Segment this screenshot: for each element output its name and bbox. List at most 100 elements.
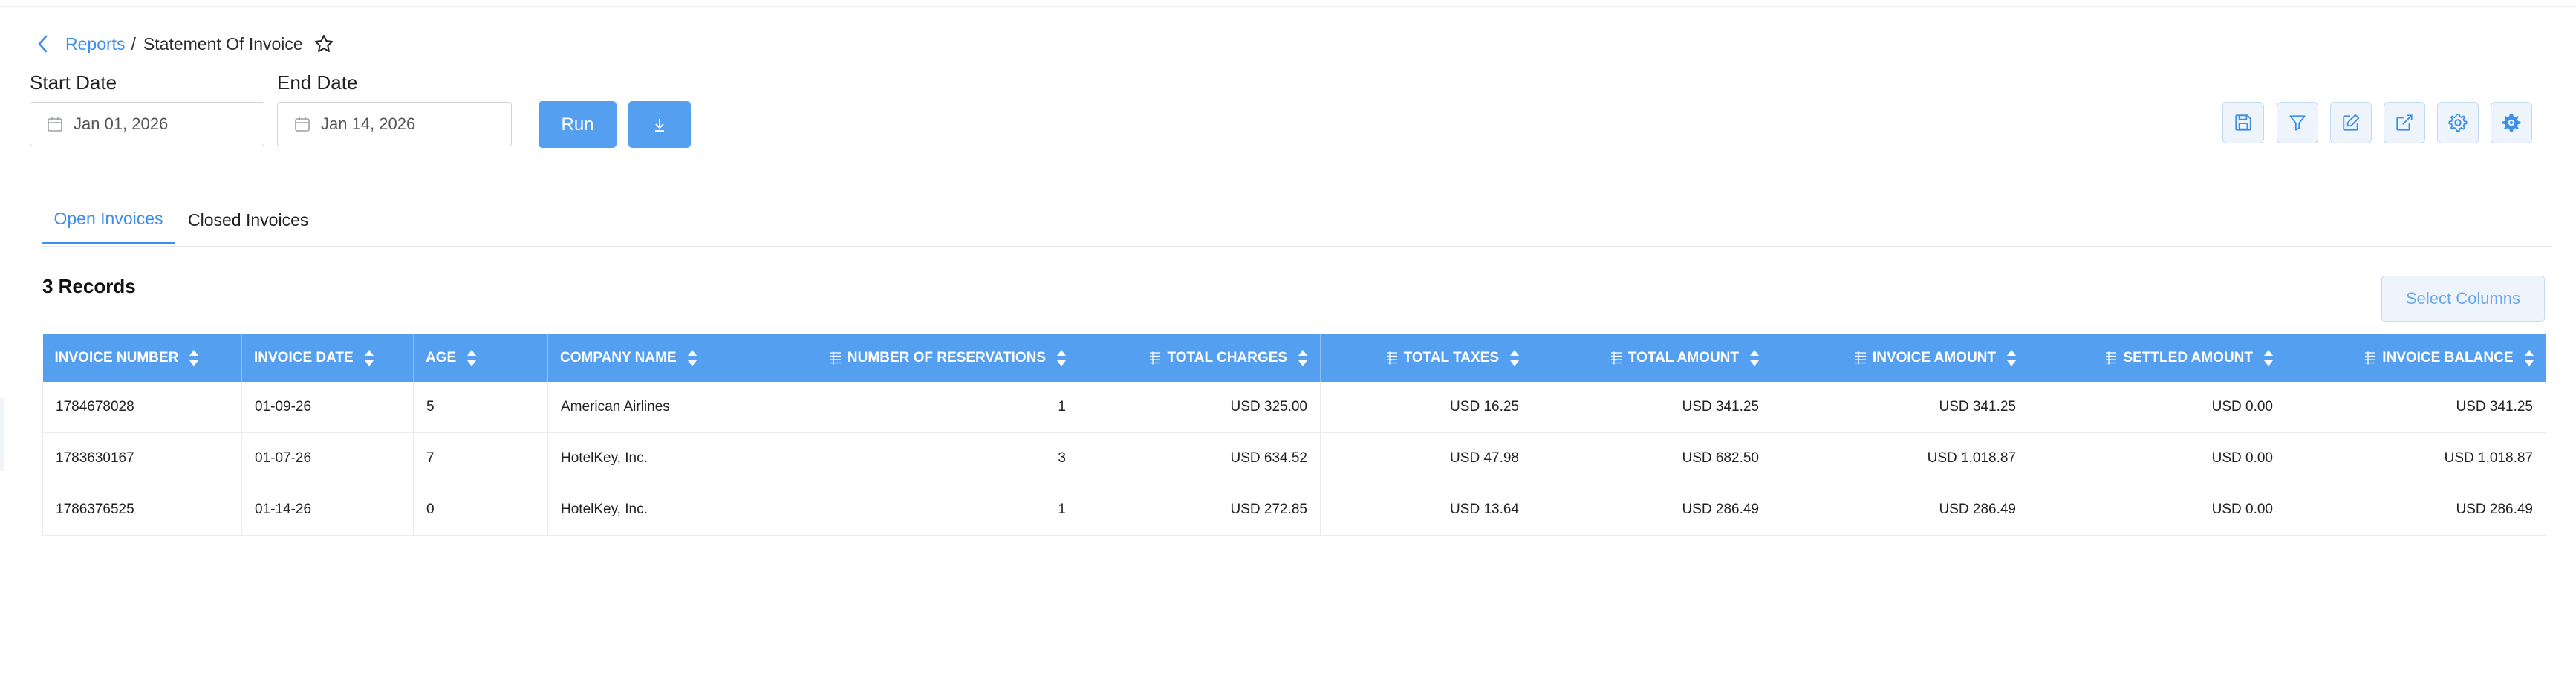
sidebar-handle[interactable]: [0, 398, 4, 471]
column-header-label: TOTAL TAXES: [1403, 350, 1499, 366]
tab-label: Open Invoices: [53, 209, 163, 228]
save-report-button[interactable]: [2222, 102, 2264, 143]
invoice-tabs: Open Invoices Closed Invoices: [42, 200, 2552, 247]
end-date-input[interactable]: Jan 14, 2026: [277, 102, 512, 146]
sort-icon[interactable]: [2006, 348, 2017, 368]
table-cell: 1: [741, 484, 1079, 536]
table-cell: USD 0.00: [2029, 484, 2286, 536]
table-row[interactable]: 1786376525 01-14-26 0 HotelKey, Inc. 1 USD 27…: [42, 484, 2546, 536]
sort-icon[interactable]: [1509, 348, 1520, 368]
column-header-label: COMPANY NAME: [560, 350, 677, 366]
start-date-label: Start Date: [30, 71, 117, 94]
sort-icon[interactable]: [2263, 348, 2274, 368]
column-header-label: AGE: [426, 350, 457, 366]
run-button[interactable]: Run: [539, 101, 617, 148]
column-header-label: INVOICE BALANCE: [2382, 350, 2514, 366]
advanced-settings-button[interactable]: [2491, 102, 2532, 143]
download-icon: [652, 117, 667, 133]
column-header[interactable]: AGE: [413, 334, 548, 382]
column-header-label: TOTAL AMOUNT: [1627, 350, 1739, 366]
table-cell: 7: [413, 432, 548, 484]
column-header[interactable]: COMPANY NAME: [547, 334, 741, 382]
table-cell: USD 0.00: [2029, 382, 2286, 433]
table-cell: 1786376525: [42, 484, 242, 536]
table-cell: 1: [741, 382, 1079, 433]
left-sidebar-edge: [0, 6, 7, 694]
table-cell: USD 325.00: [1079, 382, 1321, 433]
tab-closed-invoices[interactable]: Closed Invoices: [188, 200, 322, 244]
table-row[interactable]: 1784678028 01-09-26 5 American Airlines 1 USD…: [42, 382, 2546, 433]
table-cell: 01-14-26: [241, 484, 414, 536]
sort-icon[interactable]: [2524, 348, 2534, 368]
sort-icon[interactable]: [189, 348, 199, 368]
table-cell: USD 272.85: [1079, 484, 1321, 536]
sort-icon[interactable]: [687, 348, 697, 368]
column-header[interactable]: INVOICE DATE: [241, 334, 414, 382]
table-cell: 1783630167: [42, 432, 242, 484]
breadcrumb-reports-link[interactable]: Reports: [65, 34, 126, 54]
end-date-label: End Date: [277, 71, 358, 94]
sort-icon[interactable]: [1749, 348, 1760, 368]
sort-icon[interactable]: [1298, 348, 1308, 368]
invoice-table: INVOICE NUMBER INVOICE DATE AGE COMPANY NAM…: [42, 334, 2546, 536]
sort-icon[interactable]: [1056, 348, 1067, 368]
edit-icon: [2341, 113, 2361, 132]
column-header[interactable]: NUMBER OF RESERVATIONS: [741, 334, 1079, 382]
column-header[interactable]: TOTAL AMOUNT: [1532, 334, 1772, 382]
column-header[interactable]: TOTAL CHARGES: [1079, 334, 1321, 382]
column-header-label: TOTAL CHARGES: [1167, 350, 1287, 366]
column-filter-icon[interactable]: [830, 351, 842, 365]
table-cell: USD 286.49: [2286, 484, 2546, 536]
column-header-label: SETTLED AMOUNT: [2123, 350, 2253, 366]
column-header[interactable]: INVOICE BALANCE: [2286, 334, 2546, 382]
edit-button[interactable]: [2330, 102, 2372, 143]
tab-open-invoices[interactable]: Open Invoices: [42, 200, 175, 244]
column-header[interactable]: INVOICE NUMBER: [42, 334, 242, 382]
table-cell: HotelKey, Inc.: [547, 432, 741, 484]
table-cell: USD 13.64: [1320, 484, 1532, 536]
records-count: 3 Records: [42, 275, 136, 297]
column-header[interactable]: INVOICE AMOUNT: [1772, 334, 2029, 382]
table-header-row: INVOICE NUMBER INVOICE DATE AGE COMPANY NAM…: [42, 334, 2546, 382]
column-header-label: INVOICE AMOUNT: [1872, 350, 1996, 366]
column-filter-icon[interactable]: [1149, 351, 1161, 365]
column-filter-icon[interactable]: [1386, 351, 1398, 365]
chevron-left-icon[interactable]: [37, 32, 56, 56]
table-row[interactable]: 1783630167 01-07-26 7 HotelKey, Inc. 3 USD 63…: [42, 432, 2546, 484]
table-cell: 0: [413, 484, 548, 536]
table-cell: USD 286.49: [1532, 484, 1772, 536]
column-filter-icon[interactable]: [2105, 351, 2117, 365]
column-header[interactable]: TOTAL TAXES: [1320, 334, 1532, 382]
tab-label: Closed Invoices: [188, 210, 309, 230]
column-header-label: INVOICE NUMBER: [54, 350, 179, 366]
table-cell: 01-09-26: [241, 382, 414, 433]
settings-gear-icon: [2500, 111, 2523, 134]
select-columns-button[interactable]: Select Columns: [2381, 276, 2545, 322]
settings-button[interactable]: [2437, 102, 2479, 143]
end-date-value: Jan 14, 2026: [321, 114, 416, 133]
download-button[interactable]: [628, 101, 691, 148]
column-header[interactable]: SETTLED AMOUNT: [2029, 334, 2286, 382]
external-link-icon: [2395, 113, 2414, 132]
favorite-star-icon[interactable]: [313, 33, 336, 55]
sort-icon[interactable]: [466, 348, 477, 368]
page-title: Statement Of Invoice: [143, 33, 303, 53]
table-cell: 01-07-26: [241, 432, 414, 484]
top-border: [0, 0, 2576, 7]
calendar-icon: [47, 116, 63, 132]
filter-button[interactable]: [2277, 102, 2318, 143]
column-filter-icon[interactable]: [2364, 351, 2376, 365]
open-external-button[interactable]: [2384, 102, 2425, 143]
filter-icon: [2288, 113, 2307, 132]
sort-icon[interactable]: [364, 348, 374, 368]
column-header-label: NUMBER OF RESERVATIONS: [847, 350, 1046, 366]
column-filter-icon[interactable]: [1610, 351, 1622, 365]
breadcrumb-separator: /: [131, 33, 136, 53]
start-date-input[interactable]: Jan 01, 2026: [30, 102, 264, 146]
table-body: 1784678028 01-09-26 5 American Airlines 1 USD…: [42, 382, 2546, 536]
table-cell: HotelKey, Inc.: [547, 484, 741, 536]
table-cell: USD 634.52: [1079, 432, 1321, 484]
table-cell: USD 341.25: [1532, 382, 1772, 433]
table-cell: USD 47.98: [1320, 432, 1532, 484]
column-filter-icon[interactable]: [1855, 351, 1867, 365]
